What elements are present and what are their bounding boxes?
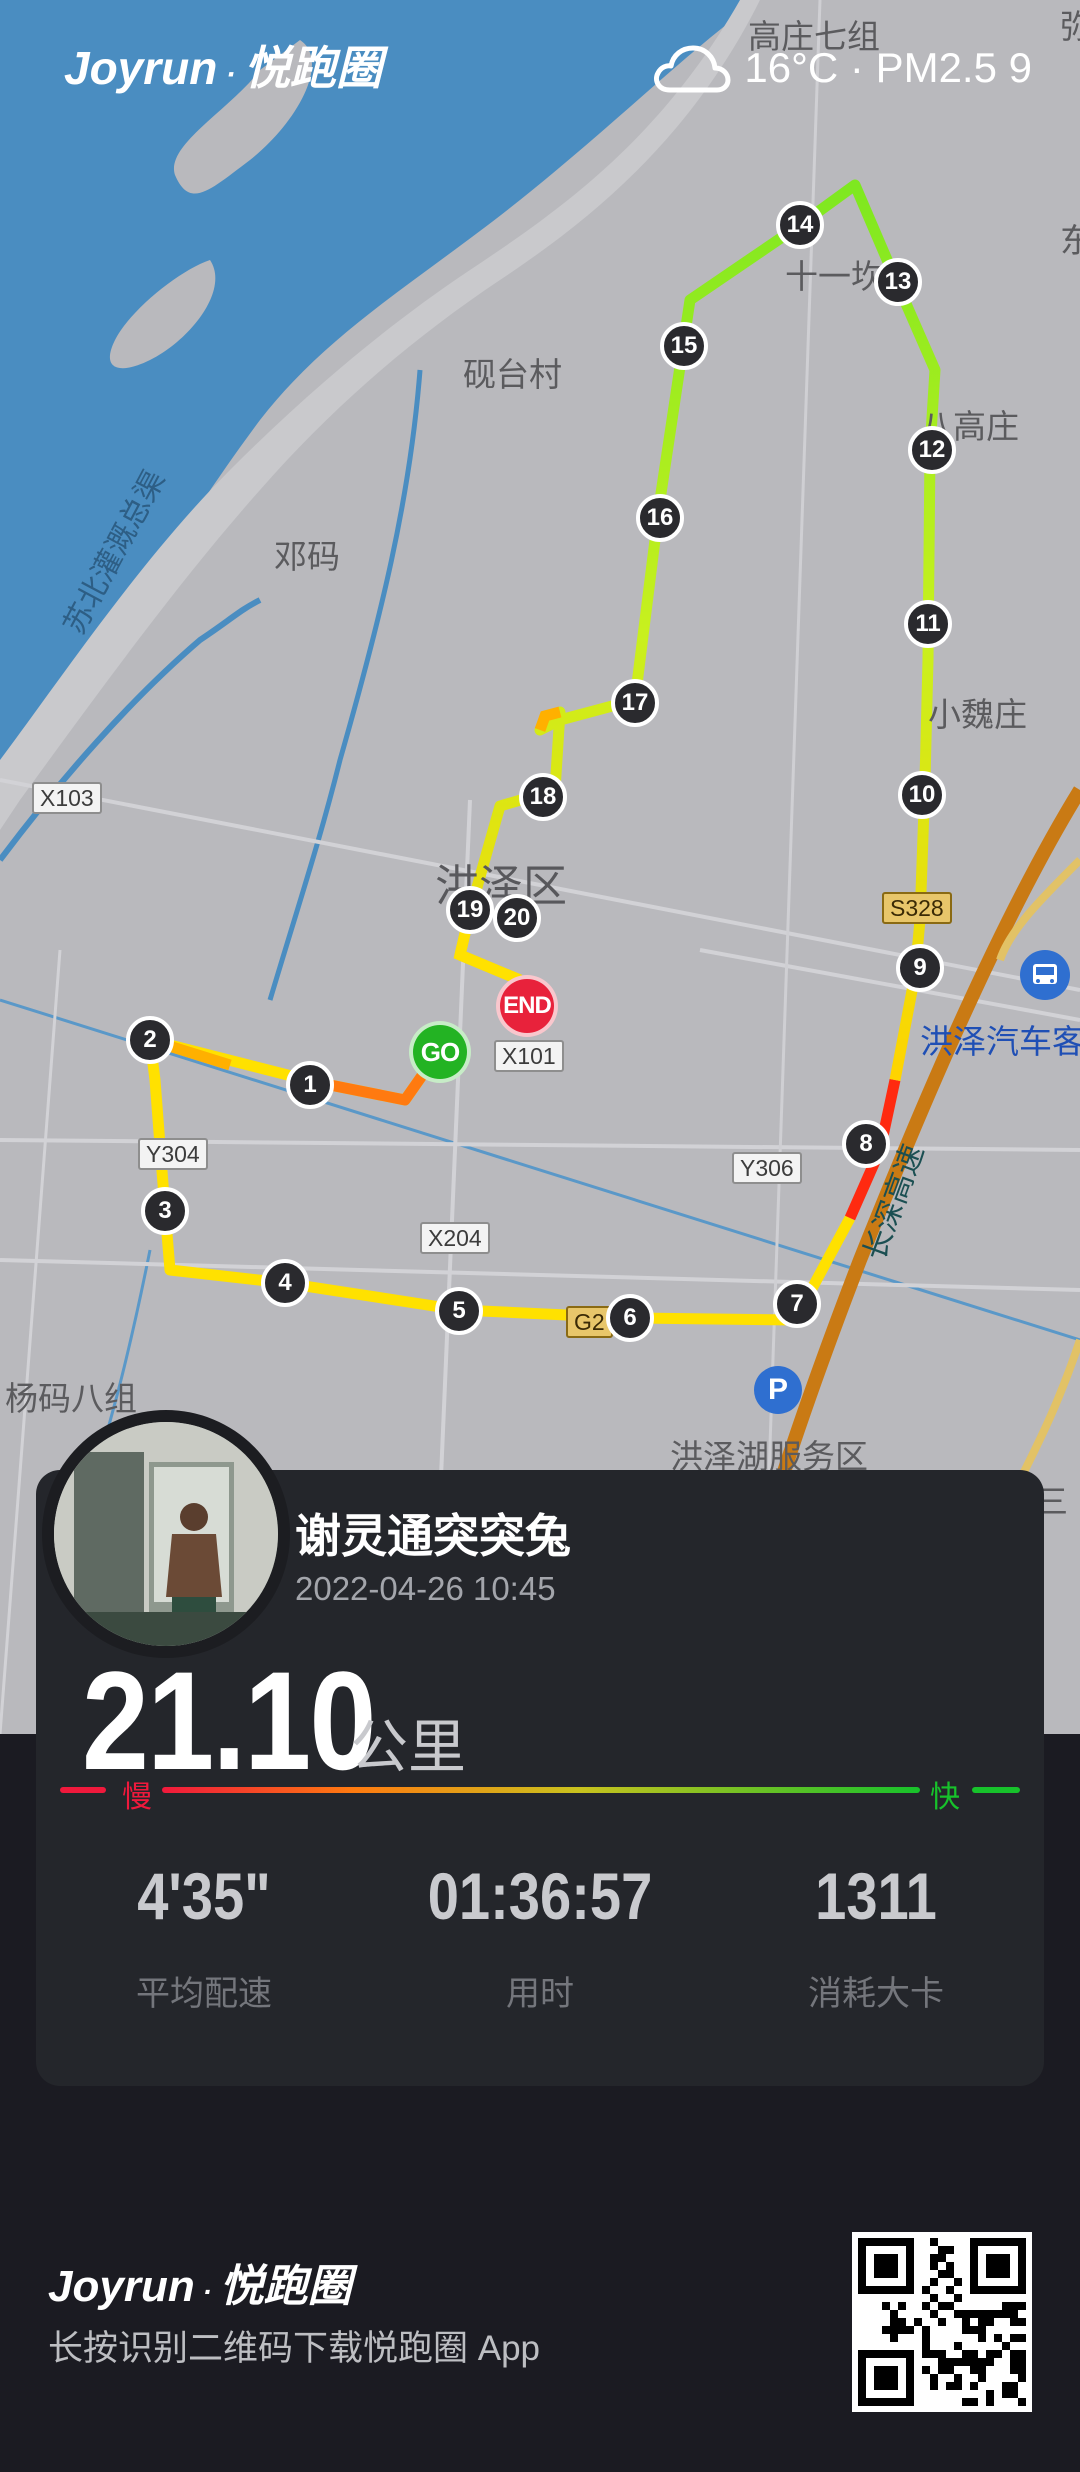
km-marker[interactable]: 17 xyxy=(611,679,659,727)
km-marker[interactable]: 5 xyxy=(435,1287,483,1335)
km-marker[interactable]: 10 xyxy=(898,771,946,819)
calories-label: 消耗大卡 xyxy=(808,1975,944,2013)
map-place-label: 十一坎 xyxy=(785,258,884,295)
pace-scale-bar xyxy=(60,1787,1020,1793)
top-bar: Joyrun · 悦跑圈 16°C · PM2.5 9 xyxy=(0,0,1080,140)
km-marker[interactable]: 12 xyxy=(908,426,956,474)
brand-logo: Joyrun · 悦跑圈 xyxy=(64,42,383,94)
duration-value: 01:36:57 xyxy=(427,1859,653,1933)
slow-label: 慢 xyxy=(122,1781,152,1814)
route-segment xyxy=(454,179,941,1082)
avg-pace-value: 4'35" xyxy=(137,1859,271,1933)
km-marker[interactable]: 9 xyxy=(896,944,944,992)
map-place-label: 东 xyxy=(1060,222,1080,259)
download-tagline: 长按识别二维码下载悦跑圈 App xyxy=(48,2329,541,2368)
calories-value: 1311 xyxy=(815,1859,937,1933)
km-marker[interactable]: 20 xyxy=(493,894,541,942)
weather: 16°C · PM2.5 9 xyxy=(650,40,1032,96)
footer-brand-logo: Joyrun · 悦跑圈 xyxy=(48,2262,352,2311)
km-marker[interactable]: 1 xyxy=(286,1061,334,1109)
km-marker[interactable]: 19 xyxy=(446,886,494,934)
road-tag: X101 xyxy=(494,1040,564,1072)
qr-code[interactable] xyxy=(852,2232,1032,2412)
cloud-icon xyxy=(654,45,731,93)
road-tag: X103 xyxy=(32,782,102,814)
km-marker[interactable]: 7 xyxy=(773,1280,821,1328)
map-place-label: 小魏庄 xyxy=(928,696,1027,733)
road-tag: Y304 xyxy=(138,1138,208,1170)
km-marker[interactable]: 4 xyxy=(261,1259,309,1307)
brand-sub: 悦跑圈 xyxy=(244,42,383,94)
brand-name: Joyrun xyxy=(64,42,218,94)
km-marker[interactable]: 6 xyxy=(606,1294,654,1342)
footer-brand-name: Joyrun xyxy=(48,2262,195,2311)
map-place-label: 洪泽汽车客 xyxy=(920,1023,1080,1060)
parking-icon[interactable]: P xyxy=(754,1366,802,1414)
canal xyxy=(267,369,423,1001)
map-place-label: 杨码八组 xyxy=(5,1380,137,1417)
fast-label: 快 xyxy=(930,1781,960,1814)
avg-pace-label: 平均配速 xyxy=(136,1975,272,2013)
km-marker[interactable]: 18 xyxy=(519,773,567,821)
weather-text: 16°C · PM2.5 9 xyxy=(744,44,1032,91)
km-marker[interactable]: 14 xyxy=(776,201,824,249)
map-place-label: 砚台村 xyxy=(463,356,562,393)
map-place-label: 邓码 xyxy=(274,538,340,575)
user-name[interactable]: 谢灵通突突兔 xyxy=(295,1500,571,1566)
road-tag: Y306 xyxy=(732,1152,802,1184)
duration-label: 用时 xyxy=(506,1975,574,2013)
highway-ramp xyxy=(1016,1338,1080,1482)
avatar[interactable] xyxy=(54,1422,278,1646)
km-marker[interactable]: 16 xyxy=(636,494,684,542)
start-marker[interactable]: GO xyxy=(409,1021,471,1083)
road-tag: S328 xyxy=(882,892,952,924)
distance-unit: 公里 xyxy=(350,1715,467,1780)
road-tag: X204 xyxy=(420,1222,490,1254)
end-marker[interactable]: END xyxy=(496,975,558,1037)
run-datetime: 2022-04-26 10:45 xyxy=(295,1570,556,1607)
footer-brand-sub: 悦跑圈 xyxy=(219,2262,352,2311)
share-screen: { "brand": { "name": "Joyrun", "sub": "悦… xyxy=(0,0,1080,2472)
km-marker[interactable]: 8 xyxy=(842,1120,890,1168)
km-marker[interactable]: 2 xyxy=(126,1016,174,1064)
road xyxy=(0,1258,1080,1292)
km-marker[interactable]: 15 xyxy=(660,322,708,370)
km-marker[interactable]: 13 xyxy=(874,258,922,306)
qr-code-image xyxy=(858,2238,1026,2406)
km-marker[interactable]: 11 xyxy=(904,600,952,648)
bus-station-icon[interactable] xyxy=(1020,950,1070,1000)
km-marker[interactable]: 3 xyxy=(141,1187,189,1235)
